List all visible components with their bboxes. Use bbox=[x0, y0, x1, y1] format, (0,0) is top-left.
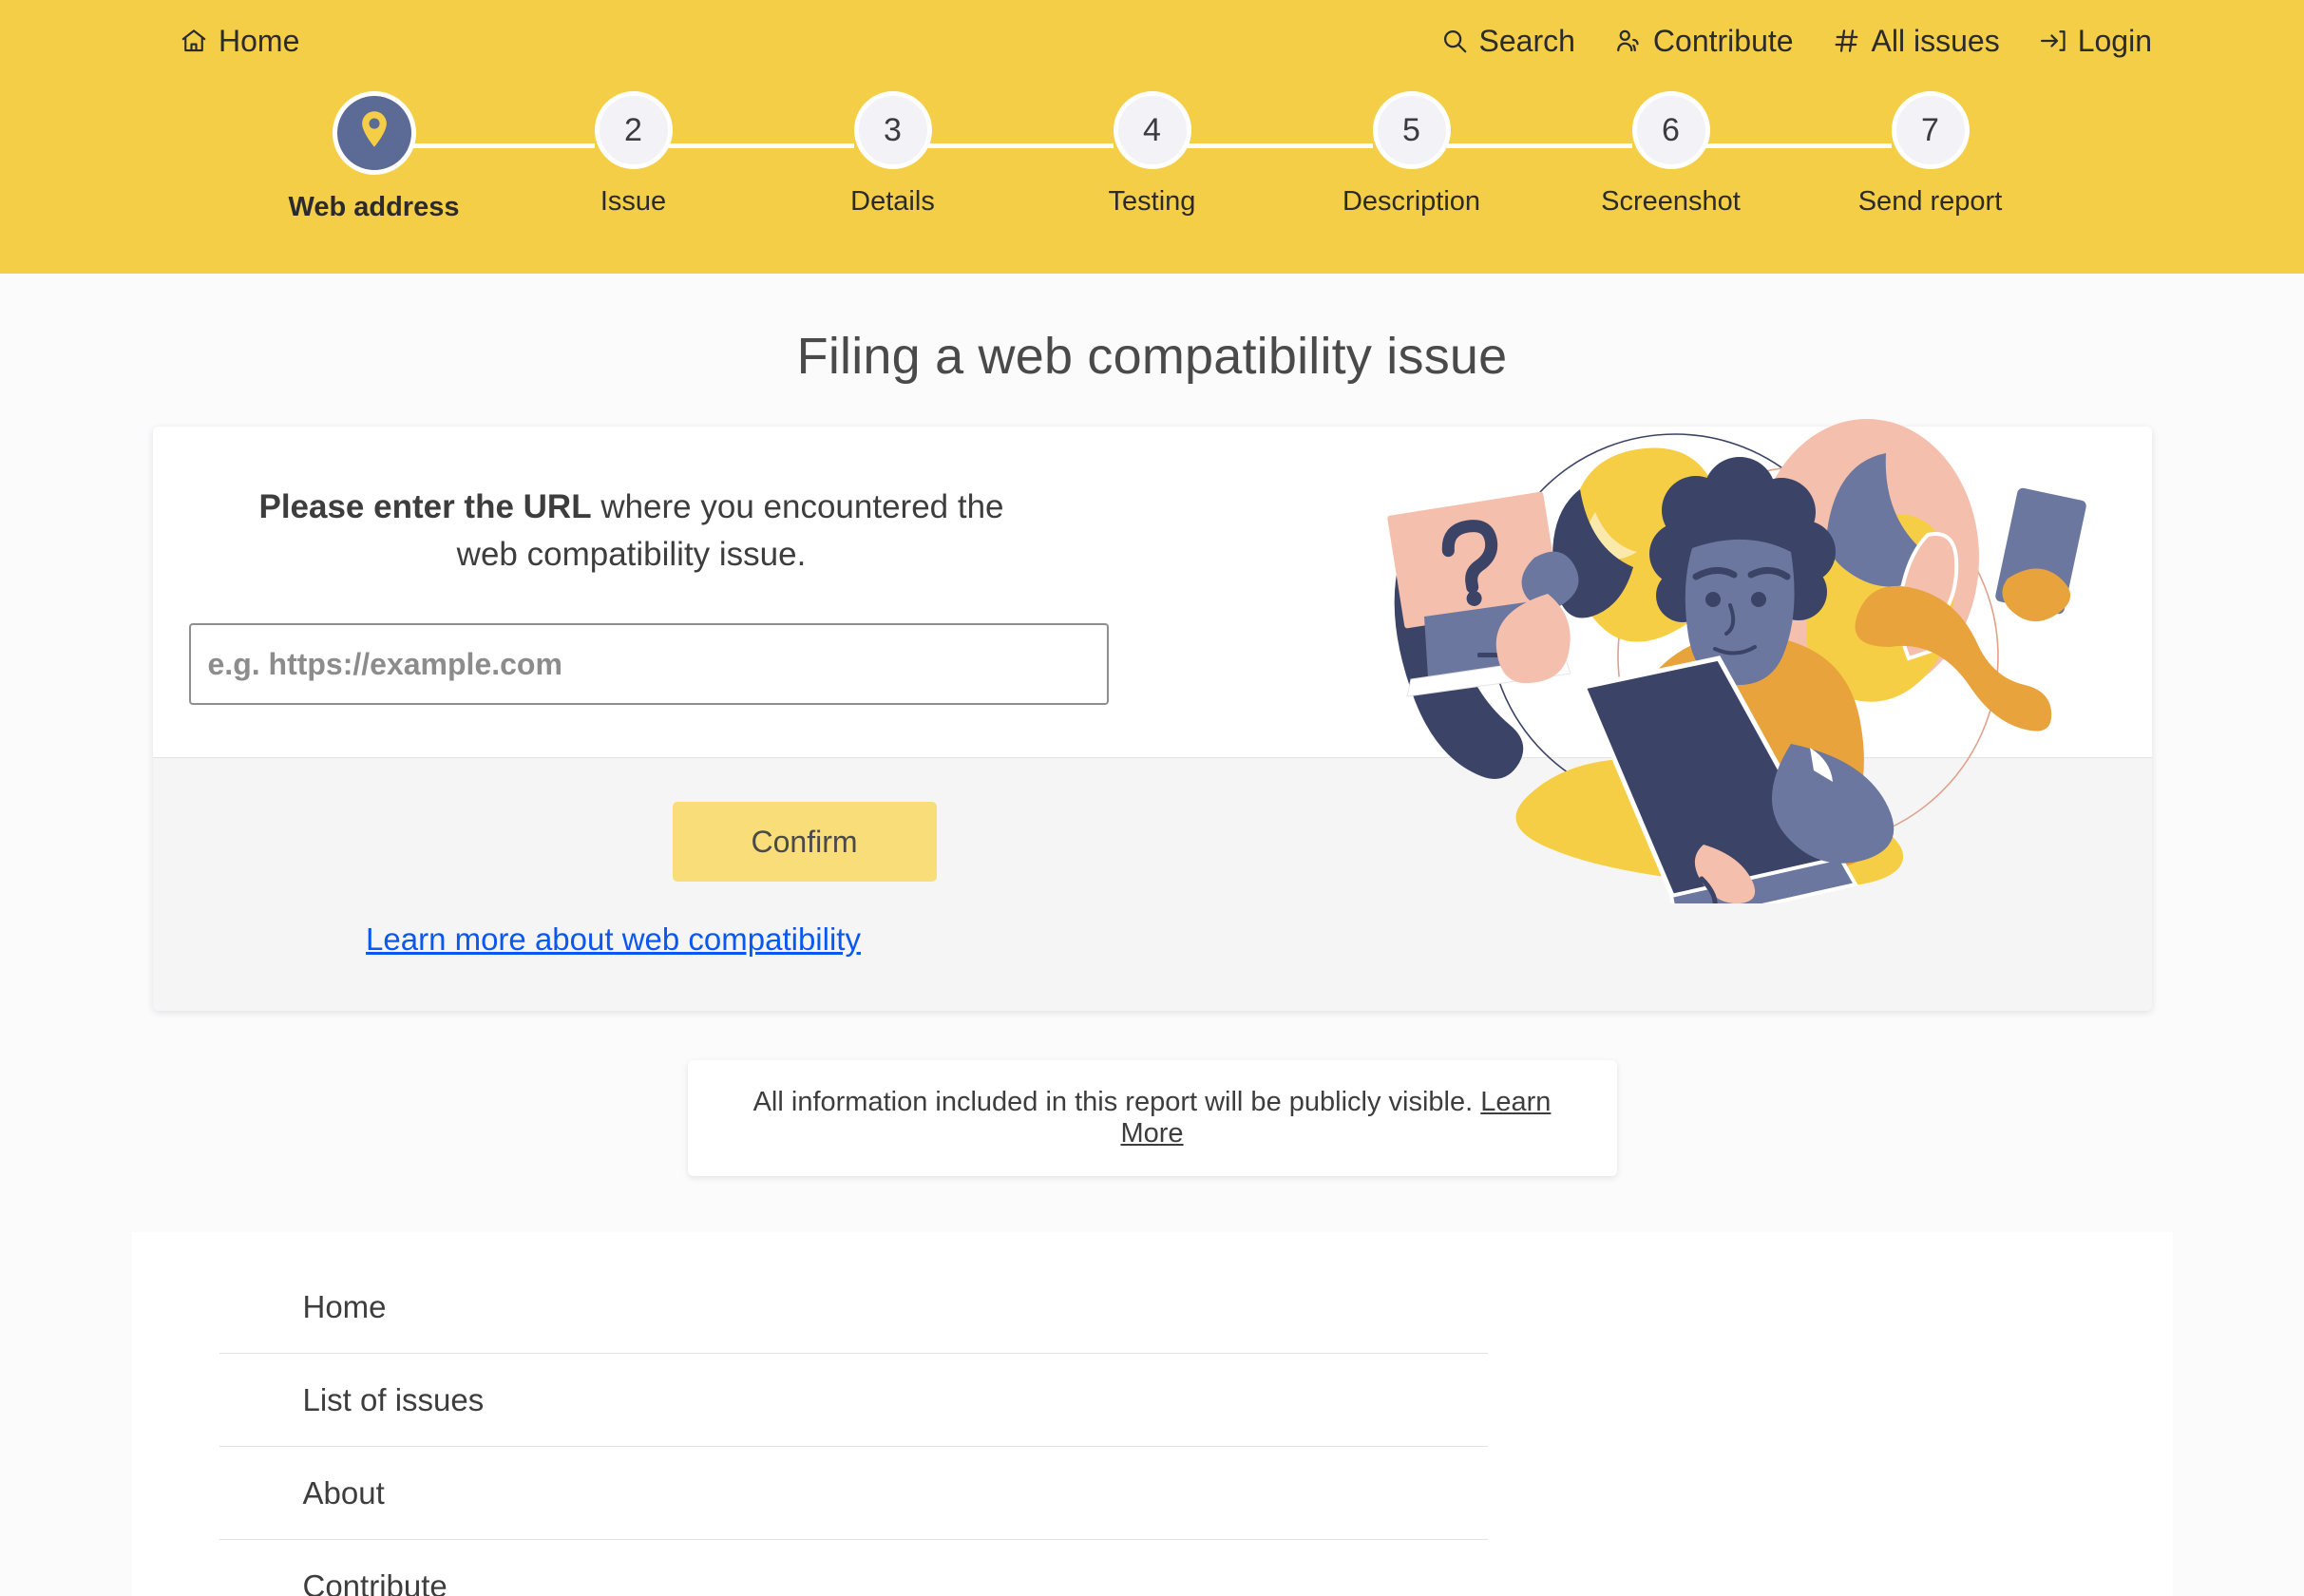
notice-text: All information included in this report … bbox=[752, 1087, 1474, 1117]
report-card-wrapper: Please enter the URL where you encounter… bbox=[152, 419, 2152, 1011]
step-bubble-1 bbox=[332, 91, 416, 175]
footer-panel: Home List of issues About Contribute bbox=[131, 1232, 2173, 1596]
main-content: Filing a web compatibility issue Please … bbox=[0, 274, 2304, 1596]
step-description[interactable]: 5 Description bbox=[1302, 91, 1632, 223]
step-bubble-4: 4 bbox=[1113, 91, 1191, 169]
footer-item-about[interactable]: About bbox=[219, 1447, 1488, 1540]
people-icon bbox=[1613, 26, 1644, 56]
step-details[interactable]: 3 Details bbox=[783, 91, 1114, 223]
login-arrow-icon bbox=[2038, 26, 2068, 56]
step-label-5: Description bbox=[1342, 186, 1481, 217]
url-input[interactable] bbox=[188, 623, 1109, 706]
report-card-body: Please enter the URL where you encounter… bbox=[152, 427, 2152, 757]
site-header: Home Search Contribute All issues Login … bbox=[0, 0, 2304, 274]
step-label-1: Web address bbox=[288, 192, 460, 222]
home-icon bbox=[179, 26, 209, 56]
step-bubble-6: 6 bbox=[1631, 91, 1710, 169]
url-prompt: Please enter the URL where you encounter… bbox=[189, 484, 1075, 578]
url-prompt-strong: Please enter the URL bbox=[258, 488, 592, 525]
map-pin-icon bbox=[352, 107, 396, 160]
step-label-6: Screenshot bbox=[1601, 186, 1741, 217]
report-card-footer: Confirm Learn more about web compatibili… bbox=[152, 757, 2152, 1011]
step-send-report[interactable]: 7 Send report bbox=[1820, 91, 2041, 223]
contribute-link-label: Contribute bbox=[1652, 24, 1794, 58]
nav-right-group: Search Contribute All issues Login bbox=[1439, 26, 2152, 56]
footer-item-contribute[interactable]: Contribute bbox=[219, 1540, 1488, 1596]
step-label-7: Send report bbox=[1857, 186, 2003, 217]
step-bubble-5: 5 bbox=[1372, 91, 1451, 169]
search-icon bbox=[1439, 26, 1470, 56]
login-link[interactable]: Login bbox=[2038, 26, 2152, 56]
all-issues-link[interactable]: All issues bbox=[1832, 26, 2000, 56]
all-issues-link-label: All issues bbox=[1871, 24, 2000, 58]
url-form-column: Please enter the URL where you encounter… bbox=[153, 484, 1109, 706]
progress-stepper: Web address 2 Issue 3 Details 4 Testing … bbox=[264, 91, 2041, 223]
contribute-link[interactable]: Contribute bbox=[1613, 26, 1794, 56]
report-card: Please enter the URL where you encounter… bbox=[152, 427, 2152, 1011]
login-link-label: Login bbox=[2077, 24, 2152, 58]
search-link-label: Search bbox=[1478, 24, 1575, 58]
step-label-4: Testing bbox=[1108, 186, 1196, 217]
home-link-label: Home bbox=[219, 24, 300, 58]
nav-left-group: Home bbox=[179, 26, 299, 56]
step-issue[interactable]: 2 Issue bbox=[524, 91, 854, 223]
step-bubble-7: 7 bbox=[1891, 91, 1970, 169]
step-bubble-3: 3 bbox=[853, 91, 932, 169]
step-screenshot[interactable]: 6 Screenshot bbox=[1561, 91, 1892, 223]
step-web-address[interactable]: Web address bbox=[264, 91, 595, 223]
public-visibility-notice: All information included in this report … bbox=[687, 1060, 1617, 1176]
step-label-2: Issue bbox=[600, 186, 667, 217]
confirm-button[interactable]: Confirm bbox=[672, 802, 937, 882]
step-label-3: Details bbox=[850, 186, 935, 217]
page-title: Filing a web compatibility issue bbox=[796, 328, 1508, 385]
learn-more-web-compat-link[interactable]: Learn more about web compatibility bbox=[153, 922, 1075, 958]
footer-item-home[interactable]: Home bbox=[219, 1274, 1488, 1354]
footer-link-list: Home List of issues About Contribute bbox=[219, 1274, 1488, 1596]
hash-icon bbox=[1832, 26, 1862, 56]
top-navigation: Home Search Contribute All issues Login bbox=[0, 0, 2304, 65]
step-bubble-2: 2 bbox=[594, 91, 673, 169]
search-link[interactable]: Search bbox=[1439, 26, 1575, 56]
footer-item-list-of-issues[interactable]: List of issues bbox=[219, 1354, 1488, 1447]
home-link[interactable]: Home bbox=[179, 26, 299, 56]
step-testing[interactable]: 4 Testing bbox=[1042, 91, 1373, 223]
